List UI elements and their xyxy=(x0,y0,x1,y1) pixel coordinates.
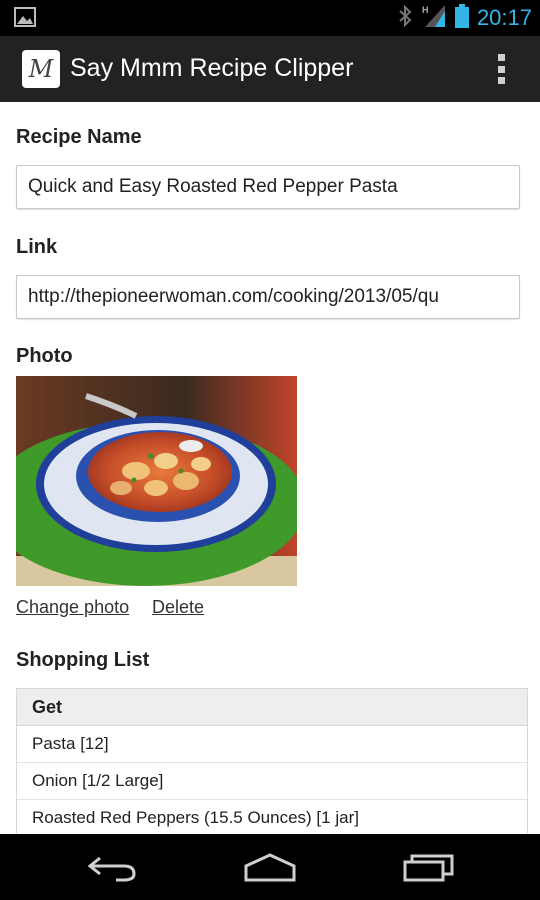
app-icon[interactable]: M xyxy=(22,50,60,88)
recipe-form: Recipe Name Quick and Easy Roasted Red P… xyxy=(0,102,540,834)
status-bar: H 20:17 xyxy=(0,0,540,36)
back-icon[interactable] xyxy=(86,852,138,887)
action-bar: M Say Mmm Recipe Clipper xyxy=(0,36,540,102)
image-icon xyxy=(14,7,36,32)
bluetooth-icon xyxy=(397,4,413,33)
overflow-menu-icon[interactable] xyxy=(498,54,506,84)
app-icon-letter: M xyxy=(28,55,54,83)
list-item[interactable]: Onion [1/2 Large] xyxy=(17,763,527,800)
change-photo-link[interactable]: Change photo xyxy=(16,597,129,618)
link-label: Link xyxy=(16,236,58,258)
delete-photo-link[interactable]: Delete xyxy=(152,597,204,618)
list-item[interactable]: Pasta [12] xyxy=(17,726,527,763)
recipe-photo xyxy=(16,376,297,586)
recipe-name-input[interactable]: Quick and Easy Roasted Red Pepper Pasta xyxy=(16,165,520,209)
signal-icon: H xyxy=(421,3,447,34)
shopping-list-header: Get xyxy=(17,689,527,726)
photo-label: Photo xyxy=(16,345,73,367)
recent-apps-icon[interactable] xyxy=(402,852,456,887)
home-icon[interactable] xyxy=(242,852,298,887)
svg-text:H: H xyxy=(422,5,429,15)
navigation-bar xyxy=(0,834,540,900)
shopping-list-label: Shopping List xyxy=(16,649,150,671)
clock: 20:17 xyxy=(476,5,532,30)
link-input[interactable]: http://thepioneerwoman.com/cooking/2013/… xyxy=(16,275,520,319)
list-item[interactable]: Roasted Red Peppers (15.5 Ounces) [1 jar… xyxy=(17,800,527,834)
recipe-name-label: Recipe Name xyxy=(16,126,142,148)
app-title: Say Mmm Recipe Clipper xyxy=(70,54,354,82)
shopping-list-table: Get Pasta [12] Onion [1/2 Large] Roasted… xyxy=(16,688,528,834)
battery-icon xyxy=(454,3,469,33)
